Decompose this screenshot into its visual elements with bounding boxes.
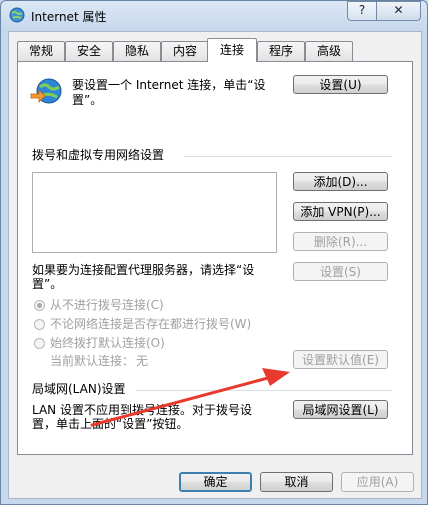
tab-programs[interactable]: 程序: [257, 41, 305, 61]
dialup-connections-list[interactable]: [32, 172, 277, 253]
dialog-client: 常规 安全 隐私 内容 连接 程序 高级 要设置一个 Internet 连接，单…: [8, 31, 422, 499]
radio-never-dial-label: 从不进行拨号连接(C): [50, 298, 164, 312]
set-default-button[interactable]: 设置默认值(E): [293, 350, 388, 369]
proxy-settings-button[interactable]: 设置(S): [293, 262, 388, 281]
internet-globe-icon: [9, 7, 25, 23]
dialup-group-title: 拨号和虚拟专用网络设置: [32, 148, 165, 162]
cancel-button[interactable]: 取消: [260, 472, 333, 492]
current-default-label: 当前默认连接：: [50, 354, 135, 368]
ok-button[interactable]: 确定: [179, 472, 252, 492]
lan-separator: [136, 390, 392, 391]
close-button[interactable]: ✕: [376, 1, 421, 21]
add-connection-button[interactable]: 添加(D)...: [293, 172, 388, 191]
radio-dial-whenever-label: 不论网络连接是否存在都进行拨号(W): [50, 317, 252, 331]
tab-general[interactable]: 常规: [17, 41, 65, 61]
connections-panel: 要设置一个 Internet 连接，单击“设 置”。 设置(U) 拨号和虚拟专用…: [17, 61, 413, 455]
radio-always-dial[interactable]: [34, 338, 45, 349]
proxy-description-line2: 置”。: [32, 277, 63, 291]
remove-connection-button[interactable]: 删除(R)...: [293, 232, 388, 251]
current-default-value: 无: [136, 354, 149, 368]
help-button[interactable]: ?: [347, 1, 377, 21]
setup-description-line2: 置”。: [72, 93, 103, 107]
lan-description-line1: LAN 设置不应用到拨号连接。对于拨号设: [32, 403, 252, 417]
radio-dial-whenever[interactable]: [34, 319, 45, 330]
apply-button[interactable]: 应用(A): [341, 472, 414, 492]
setup-description-line1: 要设置一个 Internet 连接，单击“设: [72, 78, 266, 92]
lan-group-title: 局域网(LAN)设置: [32, 382, 126, 396]
tab-privacy[interactable]: 隐私: [113, 41, 161, 61]
add-vpn-button[interactable]: 添加 VPN(P)...: [293, 202, 388, 221]
radio-never-dial[interactable]: [34, 300, 45, 311]
proxy-description-line1: 如果要为连接配置代理服务器，请选择“设: [32, 263, 255, 277]
tab-content[interactable]: 内容: [161, 41, 209, 61]
title-bar[interactable]: Internet 属性 ? ✕: [1, 1, 427, 31]
window-title: Internet 属性: [31, 10, 107, 24]
radio-always-dial-label: 始终拨打默认连接(O): [50, 336, 165, 350]
tab-connections[interactable]: 连接: [207, 38, 257, 62]
dialup-separator: [184, 156, 392, 157]
setup-button[interactable]: 设置(U): [293, 75, 388, 94]
tab-advanced[interactable]: 高级: [305, 41, 353, 61]
internet-properties-window: Internet 属性 ? ✕ 常规 安全 隐私 内容 连接 程序 高级 要设置…: [0, 0, 428, 505]
lan-settings-button[interactable]: 局域网设置(L): [293, 400, 388, 419]
lan-description-line2: 置，单击上面的“设置”按钮。: [32, 417, 189, 431]
network-globe-icon: [30, 78, 62, 104]
tab-security[interactable]: 安全: [65, 41, 113, 61]
